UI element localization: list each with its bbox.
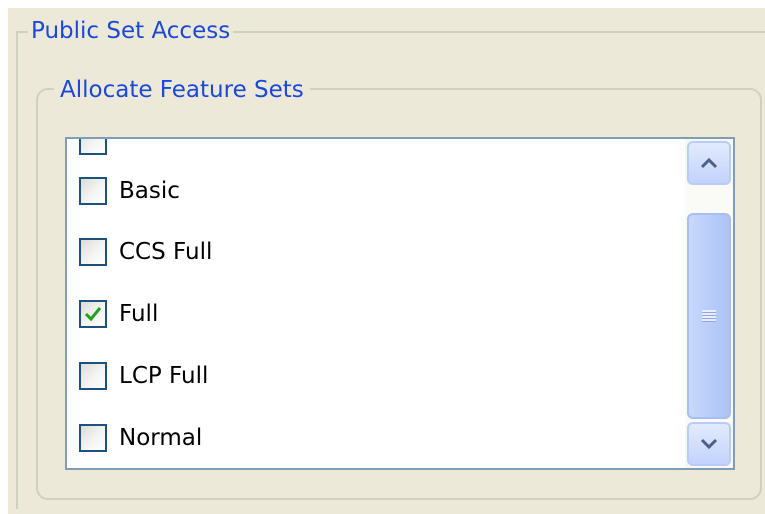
vertical-scrollbar[interactable] [685, 139, 733, 468]
scroll-thumb[interactable] [687, 213, 731, 419]
feature-set-checkbox[interactable] [79, 300, 107, 328]
list-item[interactable]: LCP Full [79, 358, 208, 394]
list-item[interactable] [79, 139, 119, 159]
feature-set-checkbox[interactable] [79, 139, 107, 155]
grip-icon [702, 310, 716, 322]
scroll-up-button[interactable] [687, 141, 731, 185]
feature-set-checkbox[interactable] [79, 424, 107, 452]
check-mark-icon [84, 307, 102, 322]
chevron-up-icon [700, 157, 718, 169]
scroll-down-button[interactable] [687, 422, 731, 466]
chevron-down-icon [700, 438, 718, 450]
feature-set-label: CCS Full [119, 239, 213, 265]
feature-sets-list: Basic CCS Full Full LCP Full Normal [67, 139, 685, 468]
list-item[interactable]: Basic [79, 173, 180, 209]
list-item[interactable]: Normal [79, 420, 202, 456]
list-item[interactable]: CCS Full [79, 234, 212, 270]
feature-set-label: LCP Full [119, 363, 209, 389]
allocate-feature-sets-title: Allocate Feature Sets [54, 75, 310, 105]
feature-set-label: Normal [119, 425, 203, 451]
public-set-access-title: Public Set Access [28, 16, 234, 46]
feature-set-checkbox[interactable] [79, 362, 107, 390]
feature-set-label: Basic [119, 178, 180, 204]
list-item[interactable]: Full [79, 296, 158, 332]
feature-set-checkbox[interactable] [79, 238, 107, 266]
feature-set-label: Full [119, 301, 159, 327]
feature-sets-listbox[interactable]: Basic CCS Full Full LCP Full Normal [65, 137, 735, 470]
feature-set-checkbox[interactable] [79, 177, 107, 205]
